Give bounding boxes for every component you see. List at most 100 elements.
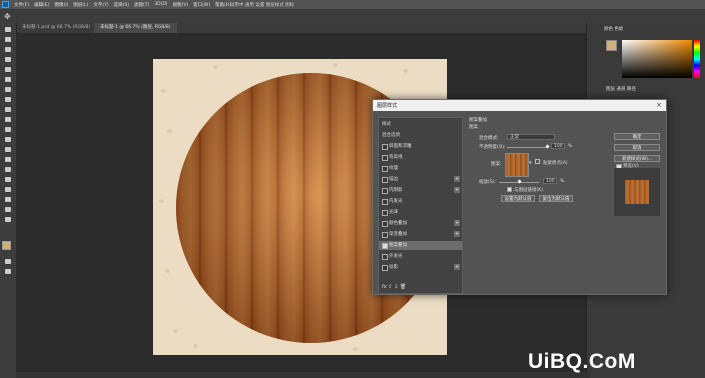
hand-icon[interactable] — [4, 207, 12, 213]
style-item[interactable]: 描边 + — [379, 175, 462, 184]
style-checkbox[interactable] — [382, 243, 388, 249]
close-icon[interactable]: × — [656, 101, 662, 109]
add-effect-icon[interactable]: + — [454, 231, 460, 237]
menu-select[interactable]: 选择(S) — [114, 2, 129, 8]
brush-icon[interactable] — [4, 97, 12, 103]
move-tool-icon[interactable]: ✥ — [4, 12, 11, 21]
menu-file[interactable]: 文件(F) — [14, 2, 29, 8]
set-as-default-button[interactable]: 设置为默认值 — [501, 195, 535, 202]
list-tools[interactable]: fx ⇧ ⇩ 🗑 — [382, 284, 406, 290]
style-item-label: 混合选项 — [382, 133, 400, 138]
screen-mode-icon[interactable] — [4, 269, 12, 275]
style-item-label: 外发光 — [389, 254, 403, 259]
pattern-label: 图案: — [491, 162, 502, 167]
menu-edit[interactable]: 编辑(E) — [34, 2, 49, 8]
style-item-label: 图案叠加 — [389, 243, 407, 248]
menu-filter[interactable]: 滤镜(T) — [134, 2, 149, 8]
gradient-icon[interactable] — [4, 137, 12, 143]
eyedropper-icon[interactable] — [4, 77, 12, 83]
style-item[interactable]: 图案叠加 — [379, 241, 462, 250]
style-item[interactable]: 纹理 — [379, 164, 462, 173]
style-checkbox[interactable] — [382, 265, 388, 271]
dodge-icon[interactable] — [4, 157, 12, 163]
path-select-icon[interactable] — [4, 187, 12, 193]
lasso-icon[interactable] — [4, 47, 12, 53]
hue-slider[interactable] — [694, 40, 700, 78]
link-with-layer-checkbox[interactable] — [507, 187, 512, 192]
style-list: 样式混合选项斜面和浮雕等高线纹理描边 + 内阴影 + 内发光光泽颜色叠加 + 渐变叠加 + 图案… — [378, 117, 463, 294]
style-checkbox[interactable] — [382, 210, 388, 216]
style-item[interactable]: 投影 + — [379, 263, 462, 272]
style-checkbox[interactable] — [382, 254, 388, 260]
section-subtitle: 图案 — [469, 125, 478, 130]
menu-window[interactable]: 窗口(W) — [193, 2, 210, 8]
history-brush-icon[interactable] — [4, 117, 12, 123]
style-item[interactable]: 混合选项 — [379, 131, 462, 140]
pattern-overlay-settings: 图案叠加 图案 混合模式: 正常 不透明度(O): 100 % 图案: ▾ 贴紧… — [469, 115, 609, 225]
foreground-color-swatch[interactable] — [2, 241, 11, 250]
color-panel-foreground-swatch[interactable] — [606, 40, 617, 51]
style-checkbox[interactable] — [382, 144, 388, 150]
style-item[interactable]: 内发光 — [379, 197, 462, 206]
snap-to-origin-button[interactable]: 贴紧原点(A) — [543, 160, 568, 166]
tab-document-2[interactable]: 未标题-1 @ 66.7% (图层, RGB/8) — [94, 23, 177, 33]
crop-icon[interactable] — [4, 67, 12, 73]
pen-icon[interactable] — [4, 167, 12, 173]
zoom-icon[interactable] — [4, 217, 12, 223]
style-checkbox[interactable] — [382, 232, 388, 238]
style-item[interactable]: 渐变叠加 + — [379, 230, 462, 239]
reset-to-default-button[interactable]: 复位为默认值 — [539, 195, 573, 202]
style-item[interactable]: 内阴影 + — [379, 186, 462, 195]
style-checkbox[interactable] — [382, 155, 388, 161]
quick-mask-icon[interactable] — [4, 259, 12, 265]
pattern-dropdown-chevron-icon[interactable]: ▾ — [529, 160, 532, 166]
dialog-titlebar[interactable]: 图层样式 × — [373, 100, 666, 111]
menu-image[interactable]: 图像(I) — [54, 2, 68, 8]
style-item[interactable]: 等高线 — [379, 153, 462, 162]
menu-layer[interactable]: 图层(L) — [73, 2, 88, 8]
style-checkbox[interactable] — [382, 221, 388, 227]
color-panel-tabs[interactable]: 颜色 色板 — [604, 26, 623, 32]
opacity-input[interactable]: 100 — [551, 143, 565, 149]
cancel-button[interactable]: 取消 — [614, 144, 660, 151]
menu-3d[interactable]: 3D(D) — [154, 2, 167, 7]
style-item[interactable]: 样式 — [379, 120, 462, 129]
add-effect-icon[interactable]: + — [454, 176, 460, 182]
add-effect-icon[interactable]: + — [454, 187, 460, 193]
eraser-icon[interactable] — [4, 127, 12, 133]
style-checkbox[interactable] — [382, 166, 388, 172]
menu-type[interactable]: 文字(Y) — [93, 2, 108, 8]
new-style-button[interactable]: 新建样式(W)... — [614, 155, 660, 162]
color-spectrum-field[interactable] — [622, 40, 692, 78]
opacity-slider-knob[interactable] — [545, 144, 550, 149]
style-checkbox[interactable] — [382, 199, 388, 205]
style-item-label: 光泽 — [389, 210, 398, 215]
move-icon[interactable] — [4, 27, 12, 33]
style-item[interactable]: 光泽 — [379, 208, 462, 217]
pattern-swatch[interactable] — [505, 153, 529, 177]
photoshop-logo-icon[interactable] — [2, 1, 9, 8]
scale-input[interactable]: 100 — [543, 178, 557, 184]
style-item[interactable]: 斜面和浮雕 — [379, 142, 462, 151]
add-effect-icon[interactable]: + — [454, 220, 460, 226]
stamp-icon[interactable] — [4, 107, 12, 113]
style-item[interactable]: 外发光 — [379, 252, 462, 261]
opacity-slider[interactable] — [507, 147, 547, 148]
style-item[interactable]: 颜色叠加 + — [379, 219, 462, 228]
add-effect-icon[interactable]: + — [454, 264, 460, 270]
layers-panel-tabs[interactable]: 图层 通道 路径 — [606, 86, 636, 92]
new-preset-icon[interactable] — [535, 159, 540, 164]
style-checkbox[interactable] — [382, 177, 388, 183]
blur-icon[interactable] — [4, 147, 12, 153]
type-icon[interactable] — [4, 177, 12, 183]
menu-help[interactable]: 帮助(H) — [215, 2, 231, 8]
shape-icon[interactable] — [4, 197, 12, 203]
blend-mode-select[interactable]: 正常 — [507, 134, 555, 140]
menu-view[interactable]: 视图(V) — [173, 2, 189, 8]
ok-button[interactable]: 确定 — [614, 133, 660, 140]
tab-document-1[interactable]: 未标题-1.psd @ 66.7% (RGB/8) — [16, 23, 96, 33]
marquee-icon[interactable] — [4, 37, 12, 43]
quick-select-icon[interactable] — [4, 57, 12, 63]
style-checkbox[interactable] — [382, 188, 388, 194]
healing-brush-icon[interactable] — [4, 87, 12, 93]
